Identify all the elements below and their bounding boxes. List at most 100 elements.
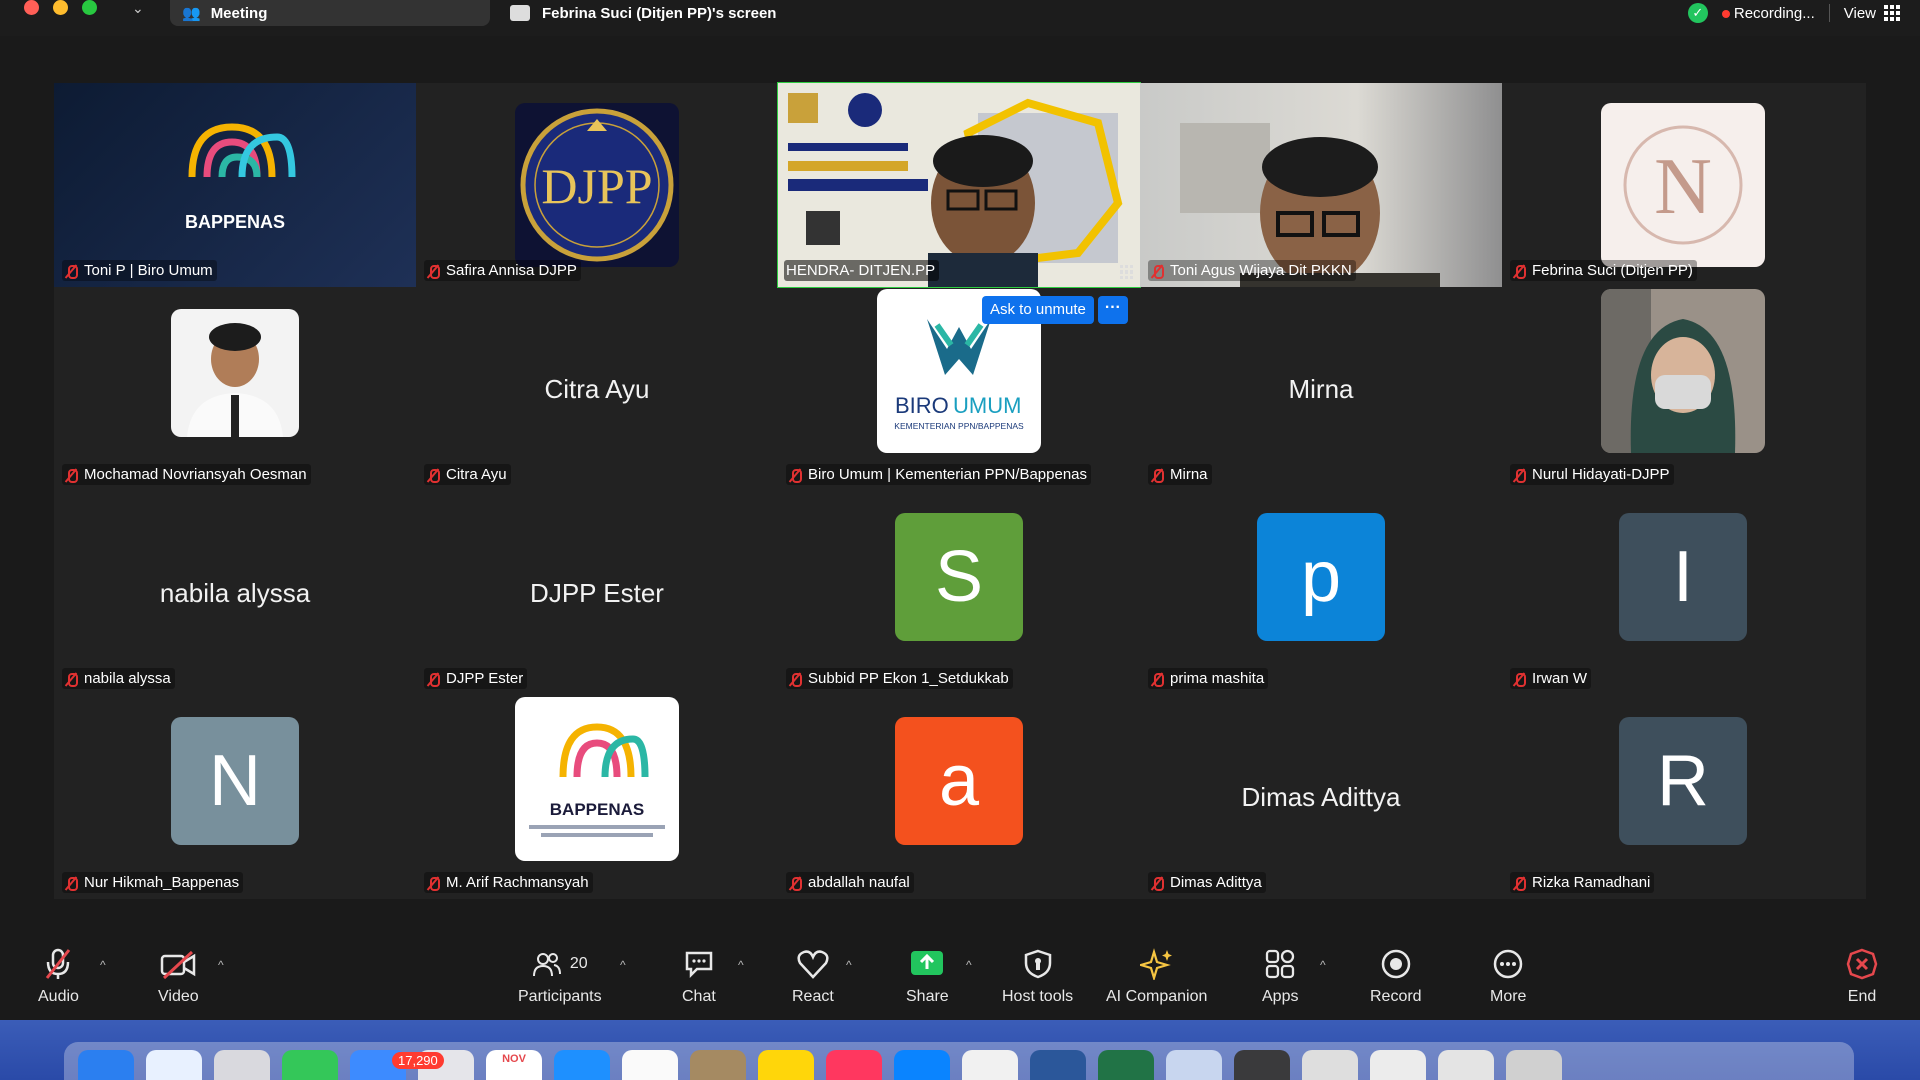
participant-tile[interactable]: Citra Ayu Citra Ayu <box>416 287 778 491</box>
photos-icon[interactable] <box>622 1050 678 1080</box>
participant-tile[interactable]: Dimas Adittya Dimas Adittya <box>1140 695 1502 899</box>
launchpad-icon[interactable] <box>214 1050 270 1080</box>
notes-icon[interactable] <box>758 1050 814 1080</box>
chat-button[interactable]: Chat <box>682 948 716 1006</box>
participant-name-label: Nurul Hidayati-DJPP <box>1510 464 1674 485</box>
participant-tile[interactable]: DJPP Safira Annisa DJPP <box>416 83 778 287</box>
zoom-icon[interactable] <box>894 1050 950 1080</box>
record-button[interactable]: Record <box>1370 948 1422 1006</box>
participant-tile[interactable]: R Rizka Ramadhani <box>1502 695 1864 899</box>
preview-icon[interactable] <box>1166 1050 1222 1080</box>
document-icon[interactable] <box>1302 1050 1358 1080</box>
security-shield-icon[interactable]: ✓ <box>1687 3 1708 23</box>
participant-tile[interactable]: Mochamad Novriansyah Oesman <box>54 287 416 491</box>
macos-dock: NOV <box>64 1042 1854 1080</box>
person-photo-icon <box>1601 289 1736 453</box>
participant-tile[interactable]: nabila alyssa nabila alyssa <box>54 491 416 695</box>
document-icon[interactable] <box>1370 1050 1426 1080</box>
chrome-icon[interactable] <box>962 1050 1018 1080</box>
host-tools-button[interactable]: Host tools <box>1002 948 1073 1006</box>
participant-display-name: Mirna <box>1288 373 1354 404</box>
participant-logo: BAPPENAS <box>54 83 416 287</box>
chat-options-caret[interactable]: ^ <box>738 958 744 972</box>
chevron-down-icon[interactable]: ⌄ <box>132 0 144 17</box>
share-options-caret[interactable]: ^ <box>966 958 972 972</box>
participant-tile[interactable]: DJPP Ester DJPP Ester <box>416 491 778 695</box>
participants-icon <box>532 953 561 977</box>
participant-name-label: Citra Ayu <box>424 464 511 485</box>
video-button[interactable]: Video <box>158 948 199 1006</box>
participant-avatar: p <box>1257 513 1385 641</box>
share-screen-icon <box>910 948 944 980</box>
close-window-button[interactable] <box>24 0 39 15</box>
participant-avatar: S <box>895 513 1023 641</box>
safari-icon[interactable] <box>146 1050 202 1080</box>
music-icon[interactable] <box>826 1050 882 1080</box>
participant-tile[interactable]: S Subbid PP Ekon 1_Setdukkab <box>778 491 1140 695</box>
participant-display-name: Citra Ayu <box>544 373 650 404</box>
react-button[interactable]: React <box>792 948 834 1006</box>
participant-name-label: Mochamad Novriansyah Oesman <box>62 464 311 485</box>
end-meeting-button[interactable]: End <box>1846 948 1878 1006</box>
more-options-button[interactable]: ··· <box>1097 296 1128 324</box>
window-titlebar: ⌄ 👥 Meeting Febrina Suci (Ditjen PP)'s s… <box>0 0 1920 36</box>
person-photo-icon <box>187 323 283 437</box>
apps-options-caret[interactable]: ^ <box>1320 958 1326 972</box>
audio-options-caret[interactable]: ^ <box>100 958 106 972</box>
react-options-caret[interactable]: ^ <box>846 958 852 972</box>
meeting-tab[interactable]: 👥 Meeting <box>170 0 490 26</box>
participant-tile[interactable]: p prima mashita <box>1140 491 1502 695</box>
audio-button[interactable]: Audio <box>38 948 79 1006</box>
mic-muted-icon <box>64 468 78 483</box>
minimize-window-button[interactable] <box>53 0 68 15</box>
participant-tile[interactable]: Toni Agus Wijaya Dit PKKN <box>1140 83 1502 287</box>
gallery-view: BAPPENAS Toni P | Biro Umum DJPP Safira … <box>54 82 1866 899</box>
participant-tile[interactable]: BAPPENAS M. Arif Rachmansyah <box>416 695 778 899</box>
share-button[interactable]: Share <box>906 948 949 1006</box>
view-button[interactable]: View <box>1844 5 1900 22</box>
participant-name-label: Rizka Ramadhani <box>1510 872 1655 893</box>
meeting-toolbar: Audio ^ Video ^ 20 Participants ^ Chat ^… <box>0 936 1920 1020</box>
participant-name-label: Dimas Adittya <box>1148 872 1266 893</box>
mic-muted-icon <box>64 876 78 891</box>
mic-muted-icon <box>426 672 440 687</box>
mic-muted-icon <box>1150 468 1164 483</box>
excel-icon[interactable] <box>1098 1050 1154 1080</box>
zoom-window-button[interactable] <box>82 0 97 15</box>
participant-tile[interactable]: I Irwan W <box>1502 491 1864 695</box>
video-options-caret[interactable]: ^ <box>218 958 224 972</box>
tile-options-icon[interactable] <box>1120 265 1134 279</box>
app-store-icon[interactable] <box>554 1050 610 1080</box>
participant-tile[interactable]: BAPPENAS Toni P | Biro Umum <box>54 83 416 287</box>
participant-tile[interactable]: Mirna Mirna <box>1140 287 1502 491</box>
contacts-icon[interactable] <box>690 1050 746 1080</box>
participants-options-caret[interactable]: ^ <box>620 958 626 972</box>
bappenas-text: BAPPENAS <box>550 800 644 819</box>
settings-icon[interactable] <box>1234 1050 1290 1080</box>
participant-name-label: M. Arif Rachmansyah <box>424 872 593 893</box>
finder-icon[interactable] <box>78 1050 134 1080</box>
mic-muted-icon <box>1512 264 1526 279</box>
more-button[interactable]: More <box>1490 948 1526 1006</box>
trash-icon[interactable] <box>1506 1050 1562 1080</box>
participants-count: 20 <box>569 955 588 972</box>
participants-button[interactable]: 20 Participants <box>518 948 602 1006</box>
record-dot-icon <box>1721 9 1730 18</box>
participant-tile-active-speaker[interactable]: HENDRA- DITJEN.PP <box>777 82 1141 288</box>
participant-video <box>778 83 1140 287</box>
participant-tile[interactable]: N Febrina Suci (Ditjen PP) <box>1502 83 1864 287</box>
calendar-icon[interactable]: NOV <box>486 1050 542 1080</box>
ask-to-unmute-button[interactable]: Ask to unmute <box>982 296 1094 324</box>
mic-muted-icon <box>1150 876 1164 891</box>
document-icon[interactable] <box>1438 1050 1494 1080</box>
apps-button[interactable]: Apps <box>1262 948 1298 1006</box>
shared-screen-tab[interactable]: Febrina Suci (Ditjen PP)'s screen <box>510 0 776 26</box>
participant-tile[interactable]: N Nur Hikmah_Bappenas <box>54 695 416 899</box>
messages-icon[interactable] <box>282 1050 338 1080</box>
participant-tile[interactable]: Nurul Hidayati-DJPP <box>1502 287 1864 491</box>
recording-indicator[interactable]: Recording... <box>1721 5 1815 22</box>
word-icon[interactable] <box>1030 1050 1086 1080</box>
participant-tile[interactable]: a abdallah naufal <box>778 695 1140 899</box>
monogram-text: N <box>1654 143 1712 231</box>
ai-companion-button[interactable]: AI Companion <box>1106 948 1207 1006</box>
